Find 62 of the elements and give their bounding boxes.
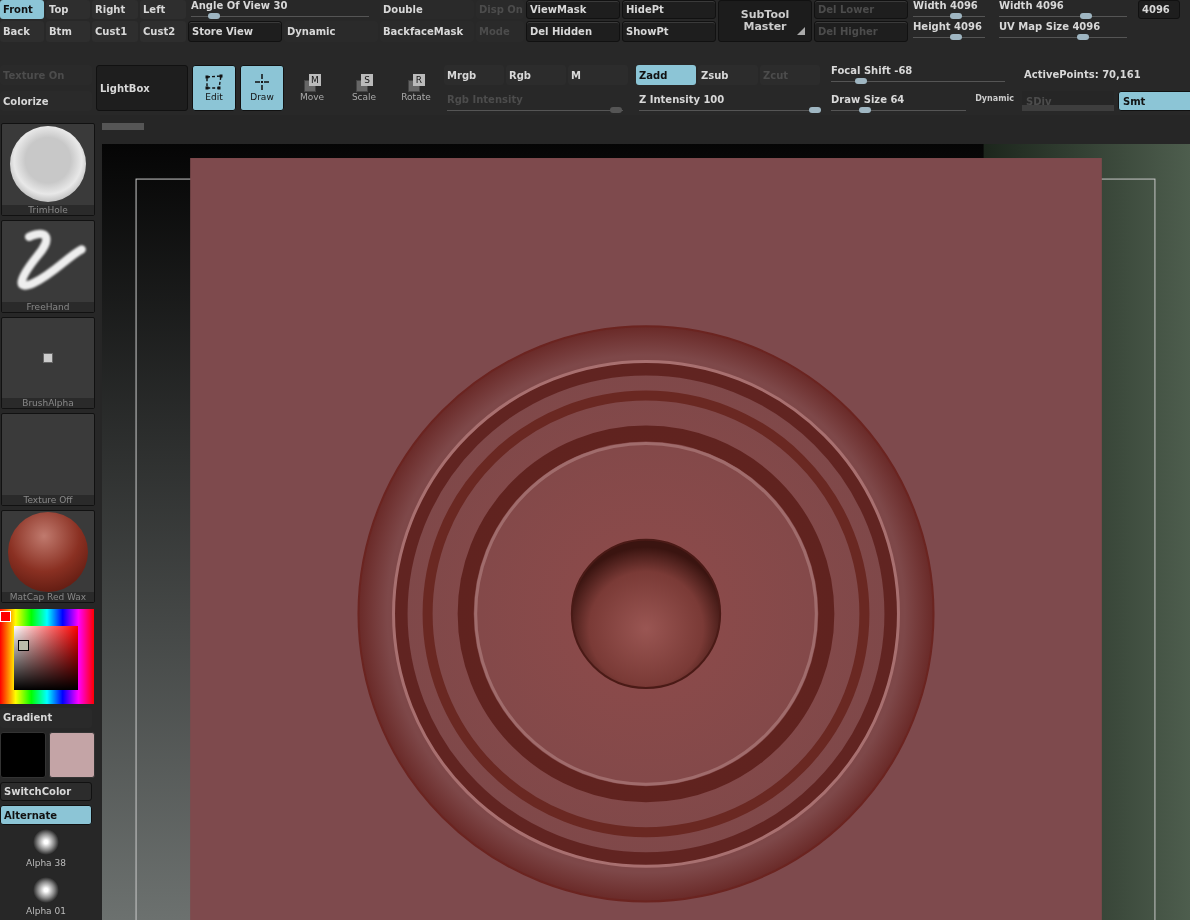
side-button[interactable]: Alternate [0, 805, 92, 826]
dynamic-label: Dynamic [975, 94, 1014, 103]
transform-button[interactable]: M Move [288, 65, 336, 111]
channel-button[interactable]: Zsub [698, 65, 758, 85]
viewport-canvas[interactable] [102, 144, 1190, 920]
edit-button[interactable]: Edit [192, 65, 236, 111]
slider-thumb[interactable] [208, 13, 221, 19]
channel-button[interactable]: Zadd [636, 65, 696, 85]
slider[interactable]: Focal Shift -68 [828, 65, 1014, 82]
toolbar-button[interactable]: Store View [188, 21, 282, 42]
channel-button[interactable]: Rgb [506, 65, 566, 85]
slider[interactable]: Height 4096 [910, 21, 994, 42]
toolbar-button[interactable]: ViewMask [526, 0, 620, 19]
toolbar-button[interactable]: ShowPt [622, 21, 716, 42]
alpha-button[interactable]: Alpha 01 [0, 876, 92, 920]
toolbar-button[interactable]: HidePt [622, 0, 716, 19]
toolbar-button[interactable]: Left [140, 0, 186, 19]
slider[interactable]: Width 4096 [996, 0, 1136, 19]
color-picker[interactable] [0, 609, 94, 704]
smt-button[interactable]: Smt [1118, 91, 1190, 111]
slider-thumb[interactable] [1077, 34, 1090, 40]
slider[interactable]: UV Map Size 4096 [996, 21, 1136, 42]
toolbar-button[interactable]: Cust2 [140, 21, 186, 42]
lightbox-button[interactable]: LightBox [96, 65, 188, 111]
toolbar-button[interactable]: Back [0, 21, 44, 42]
slider-thumb[interactable] [950, 34, 963, 40]
slider-thumb[interactable] [950, 13, 963, 19]
toolbar-button[interactable]: 4096 [1138, 0, 1180, 19]
edit-frame-icon [204, 74, 224, 90]
toolbar-button[interactable]: Del Hidden [526, 21, 620, 42]
slider[interactable]: Width 4096 [910, 0, 994, 19]
channel-button[interactable]: M [568, 65, 628, 85]
alpha-button[interactable]: Alpha 38 [0, 829, 92, 873]
thumbnail-button[interactable]: TrimHole [1, 123, 95, 216]
slider-thumb[interactable] [1080, 13, 1093, 19]
slider[interactable]: Draw Size 64 [828, 94, 976, 111]
toolbar-button[interactable]: Right [92, 0, 138, 19]
toolbar-button[interactable]: Front [0, 0, 44, 19]
toolbar-button[interactable]: Top [46, 0, 90, 19]
thumbnail-button[interactable]: Texture Off [1, 413, 95, 507]
slider-thumb[interactable] [809, 107, 821, 113]
active-points-label: ActivePoints: 70,161 [1023, 68, 1142, 82]
subtool-master-button[interactable]: SubTool Master [718, 0, 812, 42]
toolbar-button[interactable]: Cust1 [92, 21, 138, 42]
toolbar-button[interactable]: Btm [46, 21, 90, 42]
crosshair-icon [252, 74, 272, 90]
draw-button[interactable]: Draw [240, 65, 284, 111]
channel-button[interactable]: Mrgb [444, 65, 504, 85]
slider[interactable]: Z Intensity 100 [636, 94, 824, 111]
slider[interactable]: Angle Of View 30 [188, 0, 378, 19]
color-swatch[interactable] [49, 731, 95, 778]
transform-button[interactable]: R Rotate [392, 65, 440, 111]
slider-thumb[interactable] [858, 107, 871, 113]
side-button[interactable]: SwitchColor [0, 781, 92, 802]
transform-button[interactable]: S Scale [340, 65, 388, 111]
scroll-handle[interactable] [102, 123, 144, 130]
thumbnail-button[interactable]: BrushAlpha [1, 316, 95, 410]
slider-thumb[interactable] [854, 78, 867, 84]
corner-triangle-icon [797, 27, 805, 35]
thumbnail-button[interactable]: MatCap Red Wax [1, 510, 95, 604]
color-swatch[interactable] [0, 731, 46, 778]
thumbnail-button[interactable]: FreeHand [1, 219, 95, 313]
